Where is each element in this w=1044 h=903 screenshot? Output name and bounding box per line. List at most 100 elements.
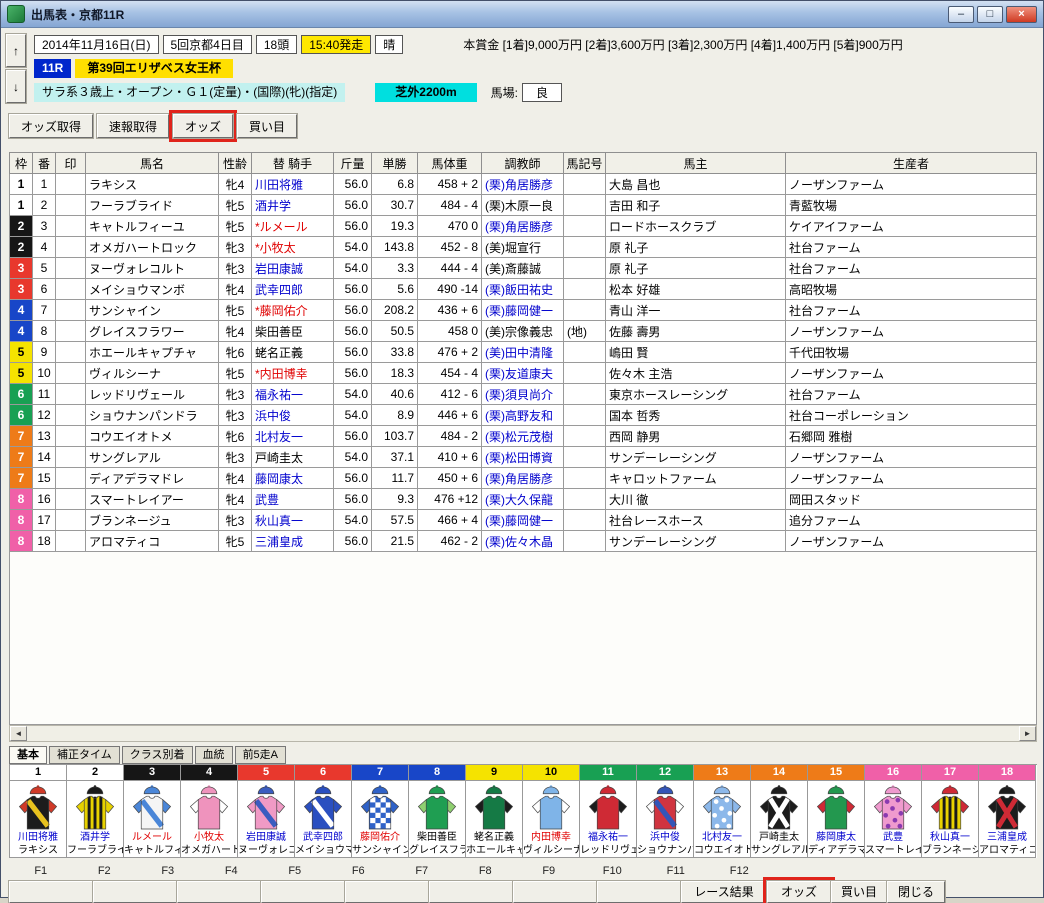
frame-cell: 8 xyxy=(9,488,33,510)
app-window: 出馬表・京都11R – □ × ↑ ↓ 2014年11月16日(日) 5回京都4… xyxy=(0,0,1044,903)
breeder-cell: ケイアイファーム xyxy=(785,215,1037,237)
maximize-button[interactable]: □ xyxy=(977,5,1003,23)
horse-weight-cell: 452 - 8 xyxy=(417,236,482,258)
horse-row[interactable]: 1 2 フーラブライド 牝5 酒井学 56.0 30.7 484 - 4 (栗)木原一良 吉田 和… xyxy=(9,194,1037,216)
bet-selection-button[interactable]: 買い目 xyxy=(237,114,298,138)
carried-weight-cell: 56.0 xyxy=(333,467,372,489)
silk-horse-name: サングレアル xyxy=(751,845,807,856)
horse-row[interactable]: 3 5 ヌーヴォレコルト 牝3 岩田康誠 54.0 3.3 444 - 4 (美)斎藤誠 原 礼子… xyxy=(9,257,1037,279)
bottom-empty-slot[interactable] xyxy=(177,881,261,903)
horse-row[interactable]: 8 18 アロマティコ 牝5 三浦皇成 56.0 21.5 462 - 2 (栗)佐々木晶 サンデ… xyxy=(9,530,1037,552)
view-tab[interactable]: クラス別着 xyxy=(121,746,193,764)
silk-cell[interactable]: 2 酒井学フーラブライド xyxy=(67,765,124,858)
silk-cell[interactable]: 7 藤岡佑介 サンシャイン xyxy=(352,765,409,858)
horse-row[interactable]: 3 6 メイショウマンボ 牝4 武幸四郎 56.0 5.6 490 -14 (栗)飯田祐史 松本 … xyxy=(9,278,1037,300)
scroll-right-icon[interactable]: ► xyxy=(1019,726,1036,741)
bottom-empty-slot[interactable] xyxy=(597,881,681,903)
carried-weight-cell: 54.0 xyxy=(333,236,372,258)
horse-row[interactable]: 5 9 ホエールキャプチャ 牝6 蛯名正義 56.0 33.8 476 + 2 (美)田中清隆 嶋… xyxy=(9,341,1037,363)
horse-row[interactable]: 8 17 ブランネージュ 牝3 秋山真一 54.0 57.5 466 + 4 (栗)藤岡健一 社台… xyxy=(9,509,1037,531)
win-odds-cell: 40.6 xyxy=(371,383,418,405)
silk-cell[interactable]: 10 内田博幸 ヴィルシーナ xyxy=(523,765,580,858)
jockey-silk-icon xyxy=(694,781,750,831)
bottom-empty-slot[interactable] xyxy=(9,881,93,903)
odds-button[interactable]: オッズ xyxy=(763,877,835,903)
horse-name-cell: サンシャイン xyxy=(85,299,219,321)
minimize-button[interactable]: – xyxy=(948,5,974,23)
close-button[interactable]: 閉じる xyxy=(887,881,945,903)
fkey-label: F11 xyxy=(666,865,685,877)
view-tab[interactable]: 血統 xyxy=(194,746,233,764)
bottom-empty-slot[interactable] xyxy=(261,881,345,903)
horse-name-cell: ホエールキャプチャ xyxy=(85,341,219,363)
horse-row[interactable]: 5 10 ヴィルシーナ 牝5 *内田博幸 56.0 18.3 454 - 4 (栗)友道康夫 佐々… xyxy=(9,362,1037,384)
sex-age-cell: 牝3 xyxy=(218,404,252,426)
silk-cell[interactable]: 8 柴田善臣グレイスフラワー xyxy=(409,765,466,858)
silk-cell[interactable]: 4 小牧太オメガハートロック xyxy=(181,765,238,858)
race-down-button[interactable]: ↓ xyxy=(6,70,26,103)
horse-row[interactable]: 2 4 オメガハートロック 牝3 *小牧太 54.0 143.8 452 - 8 (美)堀宣行 原… xyxy=(9,236,1037,258)
jockey-silk-icon xyxy=(580,781,636,831)
horse-symbol-cell xyxy=(563,446,606,468)
silk-number: 15 xyxy=(808,765,864,781)
odds-button[interactable]: オッズ xyxy=(169,110,238,142)
bottom-empty-slot[interactable] xyxy=(93,881,177,903)
silk-cell[interactable]: 12 浜中俊ショウナンパンドラ xyxy=(637,765,694,858)
race-condition: サラ系３歳上・オープン・Ｇ１(定量)・(国際)(牝)(指定) xyxy=(34,83,346,102)
scroll-left-icon[interactable]: ◄ xyxy=(10,726,27,741)
horse-symbol-cell xyxy=(563,509,606,531)
bottom-empty-slot[interactable] xyxy=(345,881,429,903)
sex-age-cell: 牝5 xyxy=(218,530,252,552)
horse-row[interactable]: 6 12 ショウナンパンドラ 牝3 浜中俊 54.0 8.9 446 + 6 (栗)高野友和 国本… xyxy=(9,404,1037,426)
horse-row[interactable]: 2 3 キャトルフィーユ 牝5 *ルメール 56.0 19.3 470 0 (栗)角居勝彦 ロード… xyxy=(9,215,1037,237)
race-result-button[interactable]: レース結果 xyxy=(681,881,767,903)
horse-symbol-cell xyxy=(563,488,606,510)
view-tab[interactable]: 補正タイム xyxy=(49,746,120,764)
silk-cell[interactable]: 1 川田将雅 ラキシス xyxy=(10,765,67,858)
horse-row[interactable]: 4 7 サンシャイン 牝5 *藤岡佑介 56.0 208.2 436 + 6 (栗)藤岡健一 青山… xyxy=(9,299,1037,321)
horse-symbol-cell: (地) xyxy=(563,320,606,342)
race-up-button[interactable]: ↑ xyxy=(6,34,26,67)
horse-row[interactable]: 1 1 ラキシス 牝4 川田将雅 56.0 6.8 458 + 2 (栗)角居勝彦 大島 昌也 ノー… xyxy=(9,173,1037,195)
jockey-silk-icon xyxy=(238,781,294,831)
close-icon[interactable]: × xyxy=(1006,5,1037,23)
horizontal-scrollbar[interactable]: ◄ ► xyxy=(9,725,1037,742)
scrollbar-track[interactable] xyxy=(27,726,1019,741)
silk-cell[interactable]: 3 ルメールキャトルフィーユ xyxy=(124,765,181,858)
number-cell: 7 xyxy=(32,299,56,321)
silk-cell[interactable]: 18 三浦皇成 アロマティコ xyxy=(979,765,1036,858)
fkey-label: F3 xyxy=(161,865,175,877)
breeder-cell: 社台ファーム xyxy=(785,383,1037,405)
bottom-empty-slot[interactable] xyxy=(513,881,597,903)
breeder-cell: 社台コーポレーション xyxy=(785,404,1037,426)
silk-cell[interactable]: 16 武豊スマートレイアー xyxy=(865,765,922,858)
horse-row[interactable]: 8 16 スマートレイアー 牝4 武豊 56.0 9.3 476 +12 (栗)大久保龍 大川 徹… xyxy=(9,488,1037,510)
silk-cell[interactable]: 17 秋山真一ブランネージュ xyxy=(922,765,979,858)
trainer-cell: (栗)松元茂樹 xyxy=(481,425,564,447)
view-tab[interactable]: 基本 xyxy=(9,746,47,764)
fkey-label: F6 xyxy=(351,865,365,877)
odds-fetch-button[interactable]: オッズ取得 xyxy=(9,114,94,138)
win-odds-cell: 19.3 xyxy=(371,215,418,237)
horse-row[interactable]: 4 8 グレイスフラワー 牝4 柴田善臣 56.0 50.5 458 0 (美)宗像義忠 (地) 佐… xyxy=(9,320,1037,342)
silk-cell[interactable]: 6 武幸四郎メイショウマンボ xyxy=(295,765,352,858)
horse-row[interactable]: 7 13 コウエイオトメ 牝6 北村友一 56.0 103.7 484 - 2 (栗)松元茂樹 西… xyxy=(9,425,1037,447)
breeder-cell: ノーザンファーム xyxy=(785,173,1037,195)
owner-cell: 大島 昌也 xyxy=(605,173,786,195)
horse-row[interactable]: 6 11 レッドリヴェール 牝3 福永祐一 54.0 40.6 412 - 6 (栗)須貝尚介 東… xyxy=(9,383,1037,405)
win-odds-cell: 30.7 xyxy=(371,194,418,216)
horse-row[interactable]: 7 15 ディアデラマドレ 牝4 藤岡康太 56.0 11.7 450 + 6 (栗)角居勝彦 キ… xyxy=(9,467,1037,489)
quick-report-button[interactable]: 速報取得 xyxy=(97,114,170,138)
silk-number: 5 xyxy=(238,765,294,781)
bet-selection-button[interactable]: 買い目 xyxy=(831,881,887,903)
silk-cell[interactable]: 5 岩田康誠ヌーヴォレコルト xyxy=(238,765,295,858)
silk-cell[interactable]: 14 戸崎圭太 サングレアル xyxy=(751,765,808,858)
silk-cell[interactable]: 15 藤岡康太ディアデラマドレ xyxy=(808,765,865,858)
silk-cell[interactable]: 11 福永祐一レッドリヴェール xyxy=(580,765,637,858)
view-tab[interactable]: 前5走A xyxy=(234,746,287,764)
bottom-empty-slot[interactable] xyxy=(429,881,513,903)
horse-row[interactable]: 7 14 サングレアル 牝3 戸崎圭太 54.0 37.1 410 + 6 (栗)松田博資 サンデ… xyxy=(9,446,1037,468)
race-name-row: 11R 第39回エリザベス女王杯 xyxy=(34,58,1043,79)
silk-cell[interactable]: 9 蛯名正義ホエールキャプチャ xyxy=(466,765,523,858)
silk-cell[interactable]: 13 北村友一コウエイオトメ xyxy=(694,765,751,858)
